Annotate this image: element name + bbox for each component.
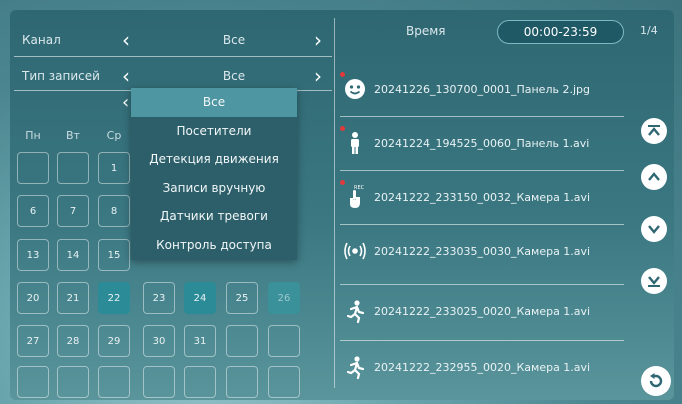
dropdown-item-motion[interactable]: Детекция движения	[131, 145, 297, 174]
record-filename: 20241226_130700_0001_Панель 2.jpg	[374, 83, 590, 96]
visitor-face-icon	[345, 79, 365, 99]
person-icon	[351, 132, 359, 154]
dropdown-item-visitors[interactable]: Посетители	[131, 117, 297, 146]
record-filename: 20241222_233150_0032_Камера 1.avi	[374, 191, 591, 204]
calendar-day-empty	[57, 152, 89, 184]
calendar-day-empty	[17, 366, 49, 398]
record-item[interactable]: REC 20241222_233150_0032_Камера 1.avi	[334, 174, 620, 224]
manual-record-hand-icon: REC	[350, 185, 365, 208]
calendar-day-with-records[interactable]: 22	[98, 282, 130, 314]
record-type-value: Все	[222, 69, 246, 83]
dropdown-item-all[interactable]: Все	[131, 88, 297, 117]
first-page-button[interactable]	[641, 118, 667, 144]
record-item[interactable]: 20241224_194525_0060_Панель 1.avi	[334, 120, 620, 170]
weekday-tue: Вт	[66, 129, 80, 142]
calendar-day[interactable]: 14	[57, 239, 89, 271]
calendar-day[interactable]: 29	[98, 325, 130, 357]
motion-runner-icon	[346, 300, 365, 324]
calendar-day[interactable]: 27	[17, 325, 49, 357]
back-button[interactable]	[641, 366, 671, 396]
record-type-label: Тип записей	[22, 69, 100, 83]
record-filename: 20241224_194525_0060_Панель 1.avi	[374, 137, 590, 150]
calendar-day[interactable]: 23	[143, 282, 175, 314]
time-range-value: 00:00-23:59	[523, 25, 598, 39]
calendar-day[interactable]: 1	[98, 152, 130, 184]
calendar-day[interactable]: 13	[17, 239, 49, 271]
calendar-day[interactable]: 21	[57, 282, 89, 314]
calendar-day[interactable]: 31	[184, 325, 216, 357]
calendar-day-empty	[268, 366, 300, 398]
time-range-field[interactable]: 00:00-23:59	[497, 20, 624, 44]
weekday-wed: Ср	[106, 129, 122, 142]
dropdown-item-alarm[interactable]: Датчики тревоги	[131, 202, 297, 231]
prev-month-button[interactable]: ‹	[122, 92, 129, 113]
calendar-day[interactable]: 7	[57, 195, 89, 227]
dropdown-item-access[interactable]: Контроль доступа	[131, 231, 297, 260]
alarm-sensor-icon	[344, 242, 366, 260]
channel-label: Канал	[22, 33, 61, 47]
page-indicator: 1/4	[640, 24, 658, 37]
calendar-day[interactable]: 6	[17, 195, 49, 227]
calendar-day-with-records[interactable]: 24	[184, 282, 216, 314]
record-filename: 20241222_233025_0020_Камера 1.avi	[374, 305, 591, 318]
double-down-icon	[648, 276, 660, 287]
channel-next-button[interactable]: ›	[314, 28, 322, 52]
record-item[interactable]: 20241222_233025_0020_Камера 1.avi	[334, 288, 620, 338]
svg-text:REC: REC	[354, 185, 365, 191]
time-label: Время	[406, 24, 446, 38]
chevron-up-icon	[648, 172, 660, 181]
record-filename: 20241222_232955_0020_Камера 1.avi	[374, 361, 591, 374]
divider	[340, 340, 624, 341]
divider	[340, 224, 624, 225]
record-item[interactable]: 20241222_233035_0030_Камера 1.avi	[334, 228, 620, 278]
calendar-day-empty	[268, 325, 300, 357]
channel-value: Все	[222, 33, 246, 47]
calendar-day-with-records[interactable]: 26	[268, 282, 300, 314]
page-down-button[interactable]	[641, 216, 667, 242]
calendar-day[interactable]: 28	[57, 325, 89, 357]
page-up-button[interactable]	[641, 164, 667, 190]
calendar-day-empty	[98, 366, 130, 398]
calendar-day-empty	[57, 366, 89, 398]
motion-runner-icon	[346, 356, 365, 380]
weekday-mon: Пн	[25, 129, 41, 142]
chevron-down-icon	[648, 225, 660, 234]
calendar-day-empty	[143, 366, 175, 398]
divider	[14, 56, 332, 57]
dropdown-item-manual[interactable]: Записи вручную	[131, 174, 297, 203]
divider	[340, 116, 624, 117]
calendar-day[interactable]: 15	[98, 239, 130, 271]
calendar-day[interactable]: 30	[143, 325, 175, 357]
record-type-prev-button[interactable]: ‹	[122, 64, 130, 88]
last-page-button[interactable]	[641, 268, 667, 294]
calendar-day-empty	[17, 152, 49, 184]
double-up-icon	[648, 125, 660, 136]
calendar-day[interactable]: 25	[226, 282, 258, 314]
divider	[340, 170, 624, 171]
record-filename: 20241222_233035_0030_Камера 1.avi	[374, 245, 591, 258]
record-type-dropdown: Все Посетители Детекция движения Записи …	[131, 88, 297, 260]
divider	[340, 284, 624, 285]
calendar-day[interactable]: 20	[17, 282, 49, 314]
calendar-day-empty	[184, 366, 216, 398]
calendar-day-empty	[226, 366, 258, 398]
record-item[interactable]: 20241226_130700_0001_Панель 2.jpg	[334, 66, 620, 116]
calendar-day-empty	[226, 325, 258, 357]
record-type-next-button[interactable]: ›	[314, 64, 322, 88]
record-type-filter-row: Тип записей ‹ Все ›	[14, 64, 332, 90]
channel-prev-button[interactable]: ‹	[122, 28, 130, 52]
record-item[interactable]: 20241222_232955_0020_Камера 1.avi	[334, 344, 620, 394]
return-arrow-icon	[649, 373, 663, 388]
channel-filter-row: Канал ‹ Все ›	[14, 28, 332, 54]
calendar-day[interactable]: 8	[98, 195, 130, 227]
